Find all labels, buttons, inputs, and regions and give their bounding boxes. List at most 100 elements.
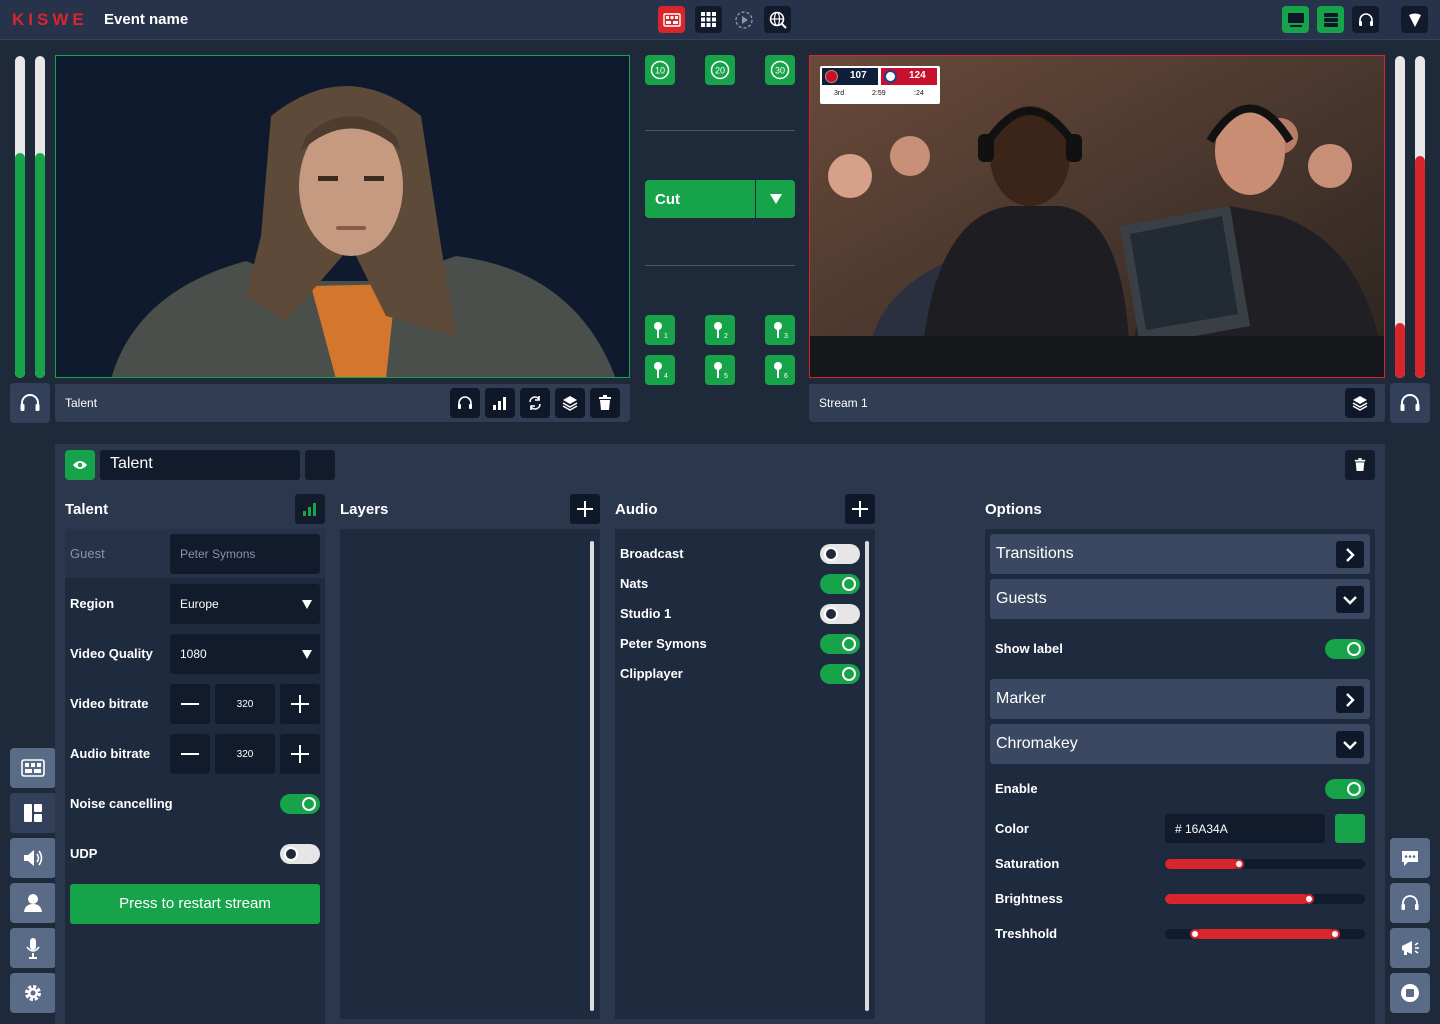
audio-item-label: Peter Symons — [620, 636, 707, 651]
audio-toggle-nats[interactable] — [820, 574, 860, 594]
audio-toggle-peter-symons[interactable] — [820, 634, 860, 654]
svg-text:6: 6 — [784, 373, 788, 380]
monitor-icon[interactable] — [1282, 6, 1309, 33]
multiview-icon[interactable] — [10, 748, 56, 788]
program-video[interactable]: 107 124 3rd 2:59 :24 — [809, 55, 1385, 378]
options-title: Options — [985, 501, 1042, 518]
audio-bitrate-increase[interactable] — [280, 734, 320, 774]
signal-bars-icon[interactable] — [485, 388, 515, 418]
stop-icon[interactable] — [1390, 973, 1430, 1013]
divider — [645, 130, 795, 131]
audio-toggle-clipplayer[interactable] — [820, 664, 860, 684]
color-swatch[interactable] — [1335, 814, 1365, 843]
trash-icon[interactable] — [1345, 450, 1375, 480]
chat-icon[interactable] — [1390, 838, 1430, 878]
scrollbar[interactable] — [865, 541, 869, 1011]
trash-icon[interactable] — [590, 388, 620, 418]
speaker-icon[interactable] — [10, 838, 56, 878]
server-icon[interactable] — [1317, 6, 1344, 33]
audio-toggle-broadcast[interactable] — [820, 544, 860, 564]
add-layer-button[interactable] — [570, 494, 600, 524]
minus-icon — [181, 753, 199, 755]
microphone-icon[interactable] — [10, 928, 56, 968]
scrollbar[interactable] — [590, 541, 594, 1011]
replay-20-button[interactable]: 20 — [705, 55, 735, 85]
audio-title: Audio — [615, 501, 658, 518]
headset-icon[interactable] — [450, 388, 480, 418]
chromakey-enable-toggle[interactable] — [1325, 779, 1365, 799]
guests-section[interactable]: Guests — [990, 579, 1370, 619]
grid-icon[interactable] — [695, 6, 722, 33]
audio-list: Broadcast Nats Studio 1 Peter Symons Cli… — [615, 529, 875, 1019]
marker-5-button[interactable]: 5 — [705, 355, 735, 385]
marker-6-button[interactable]: 6 — [765, 355, 795, 385]
quality-select[interactable]: 1080 — [170, 634, 320, 674]
slider-handle[interactable] — [1190, 929, 1200, 939]
chevron-down-icon — [1336, 731, 1364, 758]
saturation-slider[interactable] — [1165, 859, 1365, 869]
marker-1-button[interactable]: 1 — [645, 315, 675, 345]
video-bitrate-decrease[interactable] — [170, 684, 210, 724]
chevron-right-icon — [1336, 541, 1364, 568]
threshold-slider[interactable] — [1165, 929, 1365, 939]
cut-button[interactable]: Cut — [645, 180, 755, 218]
multiview-icon[interactable] — [658, 6, 685, 33]
signal-bars-icon[interactable] — [295, 494, 325, 524]
layout-icon[interactable] — [10, 793, 56, 833]
brightness-slider[interactable] — [1165, 894, 1365, 904]
headset-icon[interactable] — [10, 383, 50, 423]
replay-30-button[interactable]: 30 — [765, 55, 795, 85]
marker-2-button[interactable]: 2 — [705, 315, 735, 345]
section-title: Marker — [996, 690, 1046, 707]
preview-video[interactable] — [55, 55, 630, 378]
region-select[interactable]: Europe — [170, 584, 320, 624]
user-icon[interactable] — [10, 883, 56, 923]
transitions-section[interactable]: Transitions — [990, 534, 1370, 574]
talent-settings: Guest Peter Symons Region Europe Video Q… — [65, 529, 325, 1024]
audio-bitrate-decrease[interactable] — [170, 734, 210, 774]
gear-icon[interactable] — [10, 973, 56, 1013]
layers-list — [340, 529, 600, 1019]
replay-icon[interactable] — [730, 6, 757, 33]
restart-stream-button[interactable]: Press to restart stream — [70, 884, 320, 924]
refresh-icon[interactable] — [520, 388, 550, 418]
headset-icon[interactable] — [1390, 383, 1430, 423]
video-bitrate-value[interactable]: 320 — [215, 684, 275, 724]
video-bitrate-increase[interactable] — [280, 684, 320, 724]
marker-section[interactable]: Marker — [990, 679, 1370, 719]
noise-toggle[interactable] — [280, 794, 320, 814]
headset-icon[interactable] — [1352, 6, 1379, 33]
cut-dropdown-button[interactable] — [756, 180, 795, 218]
color-input[interactable]: # 16A34A — [1165, 814, 1325, 843]
slider-handle[interactable] — [1304, 894, 1314, 904]
guest-field: Peter Symons — [170, 534, 320, 574]
enable-label: Enable — [995, 781, 1038, 796]
show-label-toggle[interactable] — [1325, 639, 1365, 659]
source-name-input[interactable]: Talent — [100, 450, 300, 480]
globe-search-icon[interactable] — [764, 6, 791, 33]
layers-icon[interactable] — [555, 388, 585, 418]
audio-toggle-studio-1[interactable] — [820, 604, 860, 624]
marker-4-button[interactable]: 4 — [645, 355, 675, 385]
guest-label: Guest — [70, 546, 105, 561]
megaphone-icon[interactable] — [1390, 928, 1430, 968]
chromakey-section[interactable]: Chromakey — [990, 724, 1370, 764]
eye-icon[interactable] — [65, 450, 95, 480]
marker-3-button[interactable]: 3 — [765, 315, 795, 345]
region-label: Region — [70, 596, 115, 611]
layers-title: Layers — [340, 501, 389, 518]
quality-label: Video Quality — [70, 646, 153, 661]
slider-handle[interactable] — [1330, 929, 1340, 939]
slider-handle[interactable] — [1234, 859, 1244, 869]
audio-meter-left-1 — [15, 56, 25, 378]
region-value: Europe — [180, 597, 219, 611]
replay-10-button[interactable]: 10 — [645, 55, 675, 85]
audio-bitrate-value[interactable]: 320 — [215, 734, 275, 774]
shield-icon[interactable] — [1401, 6, 1428, 33]
udp-toggle[interactable] — [280, 844, 320, 864]
layers-icon[interactable] — [1345, 388, 1375, 418]
add-audio-button[interactable] — [845, 494, 875, 524]
home-score: 107 — [850, 70, 867, 81]
source-color-button[interactable] — [305, 450, 335, 480]
headset-icon[interactable] — [1390, 883, 1430, 923]
